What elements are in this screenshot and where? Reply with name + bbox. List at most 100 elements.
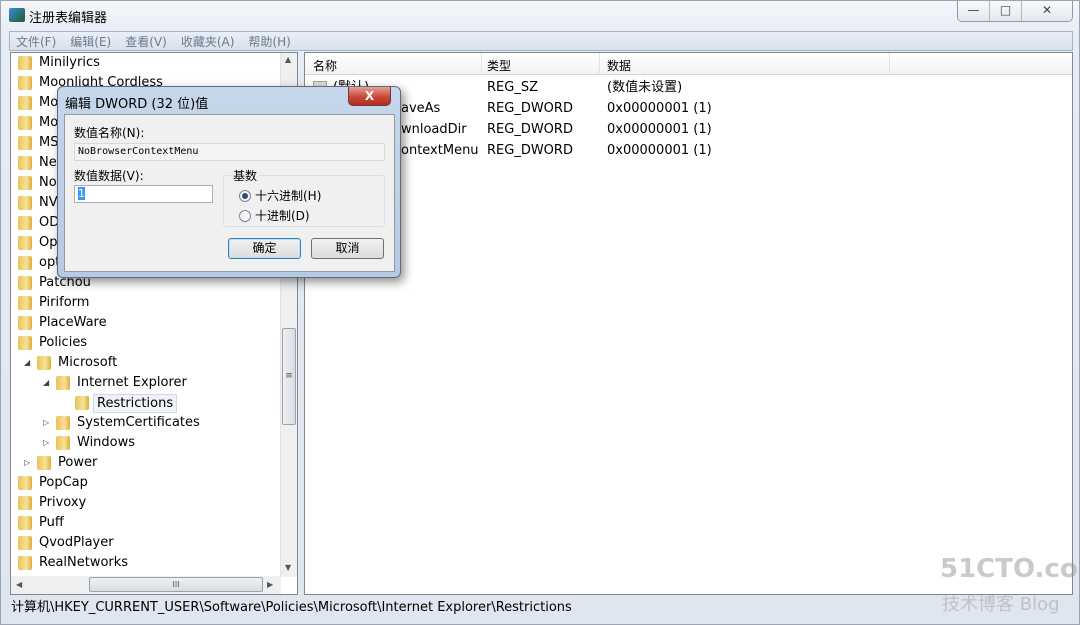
cancel-button[interactable]: 取消: [311, 238, 384, 259]
folder-icon: [18, 176, 32, 190]
list-header: 名称 类型 数据: [305, 53, 1072, 75]
folder-icon: [18, 196, 32, 210]
expand-arrow-icon[interactable]: ▷: [24, 453, 30, 473]
column-name[interactable]: 名称: [313, 57, 337, 74]
tree-item-label: Microsoft: [58, 355, 118, 370]
tree-item[interactable]: ▷ Power: [11, 453, 281, 473]
tree-item-label: No: [39, 175, 57, 190]
tree-item[interactable]: Privoxy: [11, 493, 281, 513]
folder-icon: [18, 276, 32, 290]
tree-item-label: QvodPlayer: [39, 535, 114, 550]
tree-item[interactable]: ◢ Microsoft: [11, 353, 281, 373]
dialog-close-button[interactable]: X: [348, 87, 391, 106]
folder-icon: [18, 236, 32, 250]
folder-icon: [18, 56, 32, 70]
value-type: REG_DWORD: [487, 122, 573, 137]
value-row[interactable]: wnloadDir REG_DWORD 0x00000001 (1): [305, 119, 1072, 140]
value-type: REG_SZ: [487, 80, 538, 95]
folder-icon: [18, 496, 32, 510]
value-row[interactable]: ontextMenu REG_DWORD 0x00000001 (1): [305, 140, 1072, 161]
tree-item[interactable]: Puff: [11, 513, 281, 533]
value-name: ontextMenu: [401, 143, 479, 158]
tree-item[interactable]: Minilyrics: [11, 53, 281, 73]
folder-icon: [56, 376, 70, 390]
tree-item-label: MS: [39, 135, 59, 150]
scroll-down-icon[interactable]: ▼: [285, 563, 291, 572]
maximize-button[interactable]: □: [990, 1, 1022, 21]
folder-icon: [18, 336, 32, 350]
menu-bar: 文件(F) 编辑(E) 查看(V) 收藏夹(A) 帮助(H): [9, 31, 1073, 51]
value-data: 0x00000001 (1): [607, 122, 712, 137]
close-button[interactable]: ✕: [1022, 1, 1072, 21]
collapse-arrow-icon[interactable]: ◢: [24, 353, 30, 373]
tree-item-label: Windows: [77, 435, 136, 450]
value-data: 0x00000001 (1): [607, 101, 712, 116]
watermark-blog: 技术博客 Blog: [942, 594, 1060, 615]
menu-file[interactable]: 文件(F): [16, 33, 56, 50]
tree-item-label: Puff: [39, 515, 64, 530]
tree-item[interactable]: ◢ Internet Explorer: [11, 373, 281, 393]
tree-item-label: Minilyrics: [39, 55, 100, 70]
tree-item[interactable]: RealNetworks: [11, 553, 281, 573]
folder-icon: [18, 536, 32, 550]
folder-icon: [56, 416, 70, 430]
tree-item-label: Restrictions: [93, 394, 178, 413]
folder-icon: [18, 116, 32, 130]
folder-icon: [75, 396, 89, 410]
radio-hex[interactable]: 十六进制(H): [239, 187, 321, 204]
tree-item-label: PopCap: [39, 475, 88, 490]
menu-edit[interactable]: 编辑(E): [70, 33, 111, 50]
tree-item-label: Policies: [39, 335, 88, 350]
value-row[interactable]: (默认) REG_SZ (数值未设置): [305, 77, 1072, 98]
column-type[interactable]: 类型: [487, 57, 511, 74]
value-type: REG_DWORD: [487, 143, 573, 158]
value-name: aveAs: [401, 101, 441, 116]
tree-item-label: Op: [39, 235, 58, 250]
tree-item[interactable]: ▷ Windows: [11, 433, 281, 453]
folder-icon: [18, 296, 32, 310]
value-data-input[interactable]: 1: [74, 185, 213, 203]
tree-item-label: Privoxy: [39, 495, 87, 510]
menu-view[interactable]: 查看(V): [125, 33, 167, 50]
tree-item-label: Mo: [39, 95, 59, 110]
column-data[interactable]: 数据: [607, 57, 631, 74]
scroll-thumb[interactable]: ≡: [282, 328, 296, 425]
tree-item[interactable]: Policies: [11, 333, 281, 353]
scroll-left-icon[interactable]: ◀: [16, 580, 22, 589]
tree-item[interactable]: PopCap: [11, 473, 281, 493]
menu-help[interactable]: 帮助(H): [248, 33, 290, 50]
collapse-arrow-icon[interactable]: ◢: [43, 373, 49, 393]
scroll-right-icon[interactable]: ▶: [267, 580, 273, 589]
radio-decimal[interactable]: 十进制(D): [239, 207, 310, 224]
tree-item-label: RealNetworks: [39, 555, 129, 570]
minimize-button[interactable]: —: [958, 1, 990, 21]
menu-favorites[interactable]: 收藏夹(A): [181, 33, 235, 50]
value-name-field: NoBrowserContextMenu: [74, 143, 385, 161]
radio-checked-icon: [239, 189, 251, 202]
tree-item-label: SystemCertificates: [77, 415, 200, 430]
folder-icon: [18, 156, 32, 170]
tree-item-label: Power: [58, 455, 98, 470]
tree-item[interactable]: ▷ SystemCertificates: [11, 413, 281, 433]
hscroll-thumb[interactable]: III: [89, 577, 263, 592]
value-data: 0x00000001 (1): [607, 143, 712, 158]
edit-dword-dialog: 编辑 DWORD (32 位)值 X 数值名称(N): NoBrowserCon…: [57, 86, 401, 278]
scroll-up-icon[interactable]: ▲: [285, 55, 291, 64]
base-label: 基数: [231, 167, 260, 184]
folder-icon: [18, 76, 32, 90]
dialog-title: 编辑 DWORD (32 位)值: [65, 97, 209, 112]
expand-arrow-icon[interactable]: ▷: [43, 413, 49, 433]
value-data-label: 数值数据(V):: [74, 169, 144, 183]
tree-item[interactable]: Restrictions: [11, 393, 281, 413]
tree-item-label: Ne: [39, 155, 57, 170]
value-row[interactable]: aveAs REG_DWORD 0x00000001 (1): [305, 98, 1072, 119]
expand-arrow-icon[interactable]: ▷: [43, 433, 49, 453]
value-data: (数值未设置): [607, 80, 683, 95]
ok-button[interactable]: 确定: [228, 238, 301, 259]
tree-item[interactable]: QvodPlayer: [11, 533, 281, 553]
tree-item[interactable]: Piriform: [11, 293, 281, 313]
value-type: REG_DWORD: [487, 101, 573, 116]
tree-item[interactable]: PlaceWare: [11, 313, 281, 333]
value-name-label: 数值名称(N):: [74, 126, 145, 140]
tree-horizontal-scrollbar[interactable]: ◀ III ▶: [11, 576, 281, 594]
